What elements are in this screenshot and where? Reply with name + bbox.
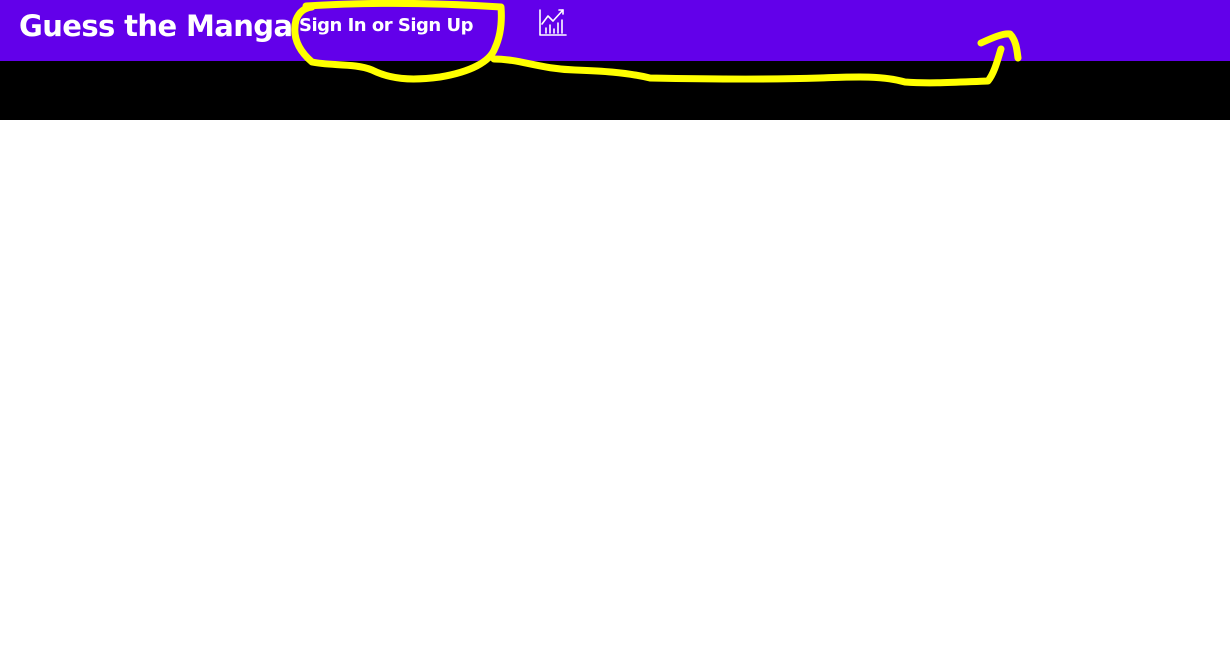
main-content-area bbox=[0, 120, 1230, 648]
top-navigation-bar: Guess the Manga Sign In or Sign Up bbox=[0, 0, 1230, 61]
line-chart-icon bbox=[539, 9, 567, 36]
black-banner bbox=[0, 61, 1230, 120]
site-title[interactable]: Guess the Manga bbox=[19, 7, 293, 45]
stats-chart-icon[interactable] bbox=[538, 7, 568, 37]
sign-in-sign-up-button[interactable]: Sign In or Sign Up bbox=[299, 13, 474, 39]
page: Guess the Manga Sign In or Sign Up bbox=[0, 0, 1230, 648]
